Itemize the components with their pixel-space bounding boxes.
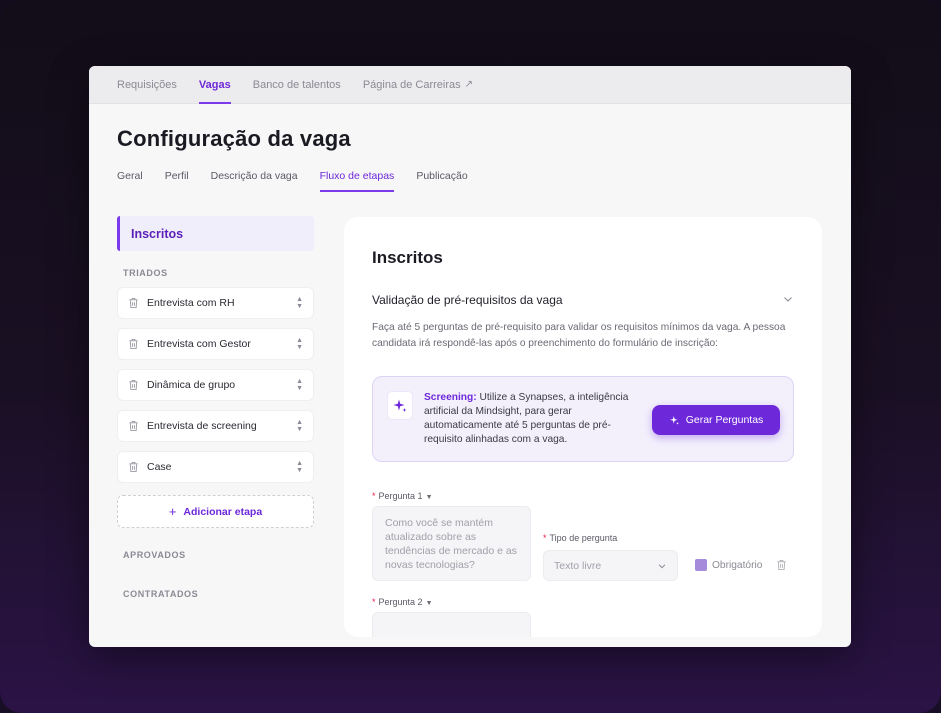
sort-handle-icon[interactable]: ▲ ▼ [296,419,303,433]
add-stage-label: Adicionar etapa [183,505,263,518]
sparkles-icon [669,415,679,425]
stage-item[interactable]: Entrevista de screening ▲ ▼ [117,410,314,442]
page-title: Configuração da vaga [117,126,351,151]
trash-icon[interactable] [776,559,787,571]
caret-down-icon: ▼ [425,600,433,607]
sparkles-icon [387,391,413,420]
generate-questions-button[interactable]: Gerar Perguntas [652,405,780,435]
external-link-icon: ↗ [464,79,474,90]
question1-label-text: Pergunta 1 [378,491,423,501]
section-contratados-heading: CONTRATADOS [123,589,199,599]
trash-icon[interactable] [128,461,139,473]
stage-item[interactable]: Dinâmica de grupo ▲ ▼ [117,369,314,401]
screening-bold-label: Screening: [424,392,477,403]
trash-icon[interactable] [128,338,139,350]
question2-label-text: Pergunta 2 [378,597,423,607]
question2-label[interactable]: * Pergunta 2 ▼ [372,597,433,607]
required-checkbox[interactable] [695,559,707,571]
stage-item[interactable]: Entrevista com RH ▲ ▼ [117,287,314,319]
section-aprovados-heading: APROVADOS [123,550,186,560]
subtab-fluxo-de-etapas[interactable]: Fluxo de etapas [309,170,406,192]
subtab-descricao[interactable]: Descrição da vaga [200,170,309,192]
chevron-down-icon[interactable] [782,293,794,305]
question-type-value: Texto livre [554,559,602,572]
trash-icon[interactable] [128,420,139,432]
sort-handle-icon[interactable]: ▲ ▼ [296,460,303,474]
sort-handle-icon[interactable]: ▲ ▼ [296,378,303,392]
sort-handle-icon[interactable]: ▲ ▼ [296,337,303,351]
required-asterisk: * [543,533,547,543]
nav-tab-requisicoes[interactable]: Requisições [117,66,188,103]
screening-banner: Screening: Utilize a Synapses, a intelig… [372,376,794,462]
background-frame: Requisições Vagas Banco de talentos Pági… [0,0,941,713]
stage-label: Entrevista com Gestor [147,338,251,350]
nav-tab-label: Vagas [198,78,231,91]
subtab-perfil[interactable]: Perfil [154,170,200,192]
required-asterisk: * [372,491,376,501]
question2-textarea[interactable] [372,612,531,637]
required-checkbox-row[interactable]: Obrigatório [695,559,762,571]
section-triados-heading: TRIADOS [123,268,168,278]
nav-tab-vagas[interactable]: Vagas [188,66,242,104]
stage-item[interactable]: Entrevista com Gestor ▲ ▼ [117,328,314,360]
stage-inscritos-selected[interactable]: Inscritos [117,216,314,251]
card-title: Inscritos [372,248,443,267]
add-stage-button[interactable]: + Adicionar etapa [117,495,314,528]
stage-label: Dinâmica de grupo [147,379,236,391]
top-navigation: Requisições Vagas Banco de talentos Pági… [89,66,851,104]
question-type-select[interactable]: Texto livre [543,550,678,581]
stage-item[interactable]: Case ▲ ▼ [117,451,314,483]
config-subtabs: Geral Perfil Descrição da vaga Fluxo de … [117,170,479,192]
trash-icon[interactable] [128,379,139,391]
required-checkbox-label: Obrigatório [712,559,763,571]
nav-tab-label: Requisições [117,78,177,91]
question-type-label-text: Tipo de pergunta [549,533,618,543]
trash-icon[interactable] [128,297,139,309]
question1-label[interactable]: * Pergunta 1 ▼ [372,491,433,501]
sort-handle-icon[interactable]: ▲ ▼ [296,296,303,310]
caret-down-icon: ▼ [425,494,433,501]
plus-icon: + [168,504,177,519]
stage-label: Case [147,461,172,473]
stage-label: Entrevista com RH [147,297,235,309]
subtab-publicacao[interactable]: Publicação [405,170,478,192]
nav-tab-banco-de-talentos[interactable]: Banco de talentos [242,66,352,103]
subtab-geral[interactable]: Geral [117,170,154,192]
nav-tab-label: Página de Carreiras [362,78,461,91]
accordion-title[interactable]: Validação de pré-requisitos da vaga [372,293,563,307]
stage-config-card: Inscritos Validação de pré-requisitos da… [344,217,822,637]
nav-tab-pagina-de-carreiras[interactable]: Página de Carreiras ↗ [352,66,484,103]
stages-sidebar: Inscritos TRIADOS Entrevista com RH ▲ ▼ E… [117,216,314,599]
app-window: Requisições Vagas Banco de talentos Pági… [89,66,851,647]
nav-tab-label: Banco de talentos [252,78,341,91]
question-type-label: * Tipo de pergunta [543,533,617,543]
accordion-description: Faça até 5 perguntas de pré-requisito pa… [372,322,786,349]
screening-text: Screening: Utilize a Synapses, a intelig… [424,391,646,447]
stage-label: Entrevista de screening [147,420,257,432]
required-asterisk: * [372,597,376,607]
question1-textarea[interactable]: Como você se mantém atualizado sobre as … [372,506,531,581]
generate-questions-label: Gerar Perguntas [685,414,764,426]
chevron-down-icon [658,563,666,568]
